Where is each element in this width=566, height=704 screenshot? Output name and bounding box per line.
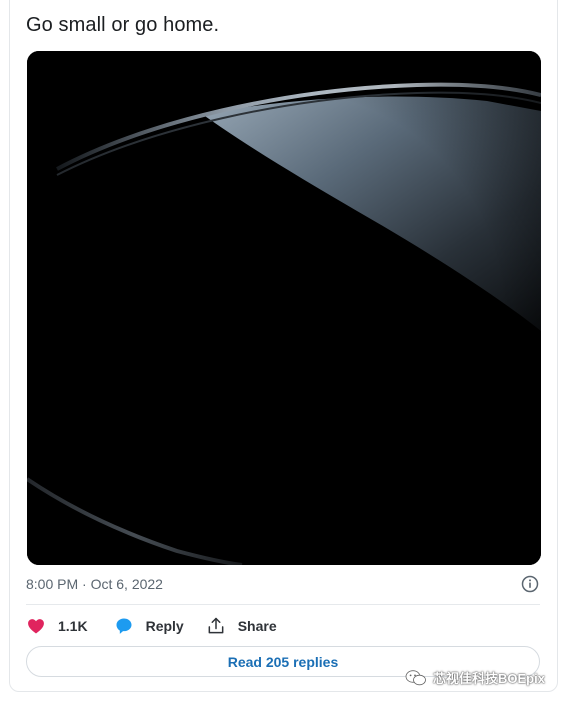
reply-label: Reply xyxy=(145,618,184,634)
tweet-timestamp[interactable]: 8:00 PM · Oct 6, 2022 xyxy=(26,576,163,592)
tweet-media-image[interactable] xyxy=(27,51,541,565)
wechat-icon xyxy=(405,669,426,685)
tweet-text: Go small or go home. xyxy=(26,14,220,36)
read-replies-label: Read 205 replies xyxy=(227,653,339,670)
share-icon xyxy=(208,617,224,634)
divider xyxy=(26,604,540,605)
share-label: Share xyxy=(237,618,277,634)
tweet-actions: 1.1K Reply Share xyxy=(26,614,277,638)
watermark: 芯视佳科技BOEpix xyxy=(405,668,545,687)
like-count: 1.1K xyxy=(58,618,88,634)
reply-button[interactable]: Reply xyxy=(114,616,184,636)
like-button[interactable]: 1.1K xyxy=(26,616,88,636)
watermark-text: 芯视佳科技BOEpix xyxy=(433,671,545,686)
info-icon[interactable] xyxy=(521,575,539,593)
heart-icon xyxy=(28,619,44,634)
share-button[interactable]: Share xyxy=(206,616,277,636)
reply-bubble-icon xyxy=(116,618,132,634)
media-artwork xyxy=(27,51,541,565)
